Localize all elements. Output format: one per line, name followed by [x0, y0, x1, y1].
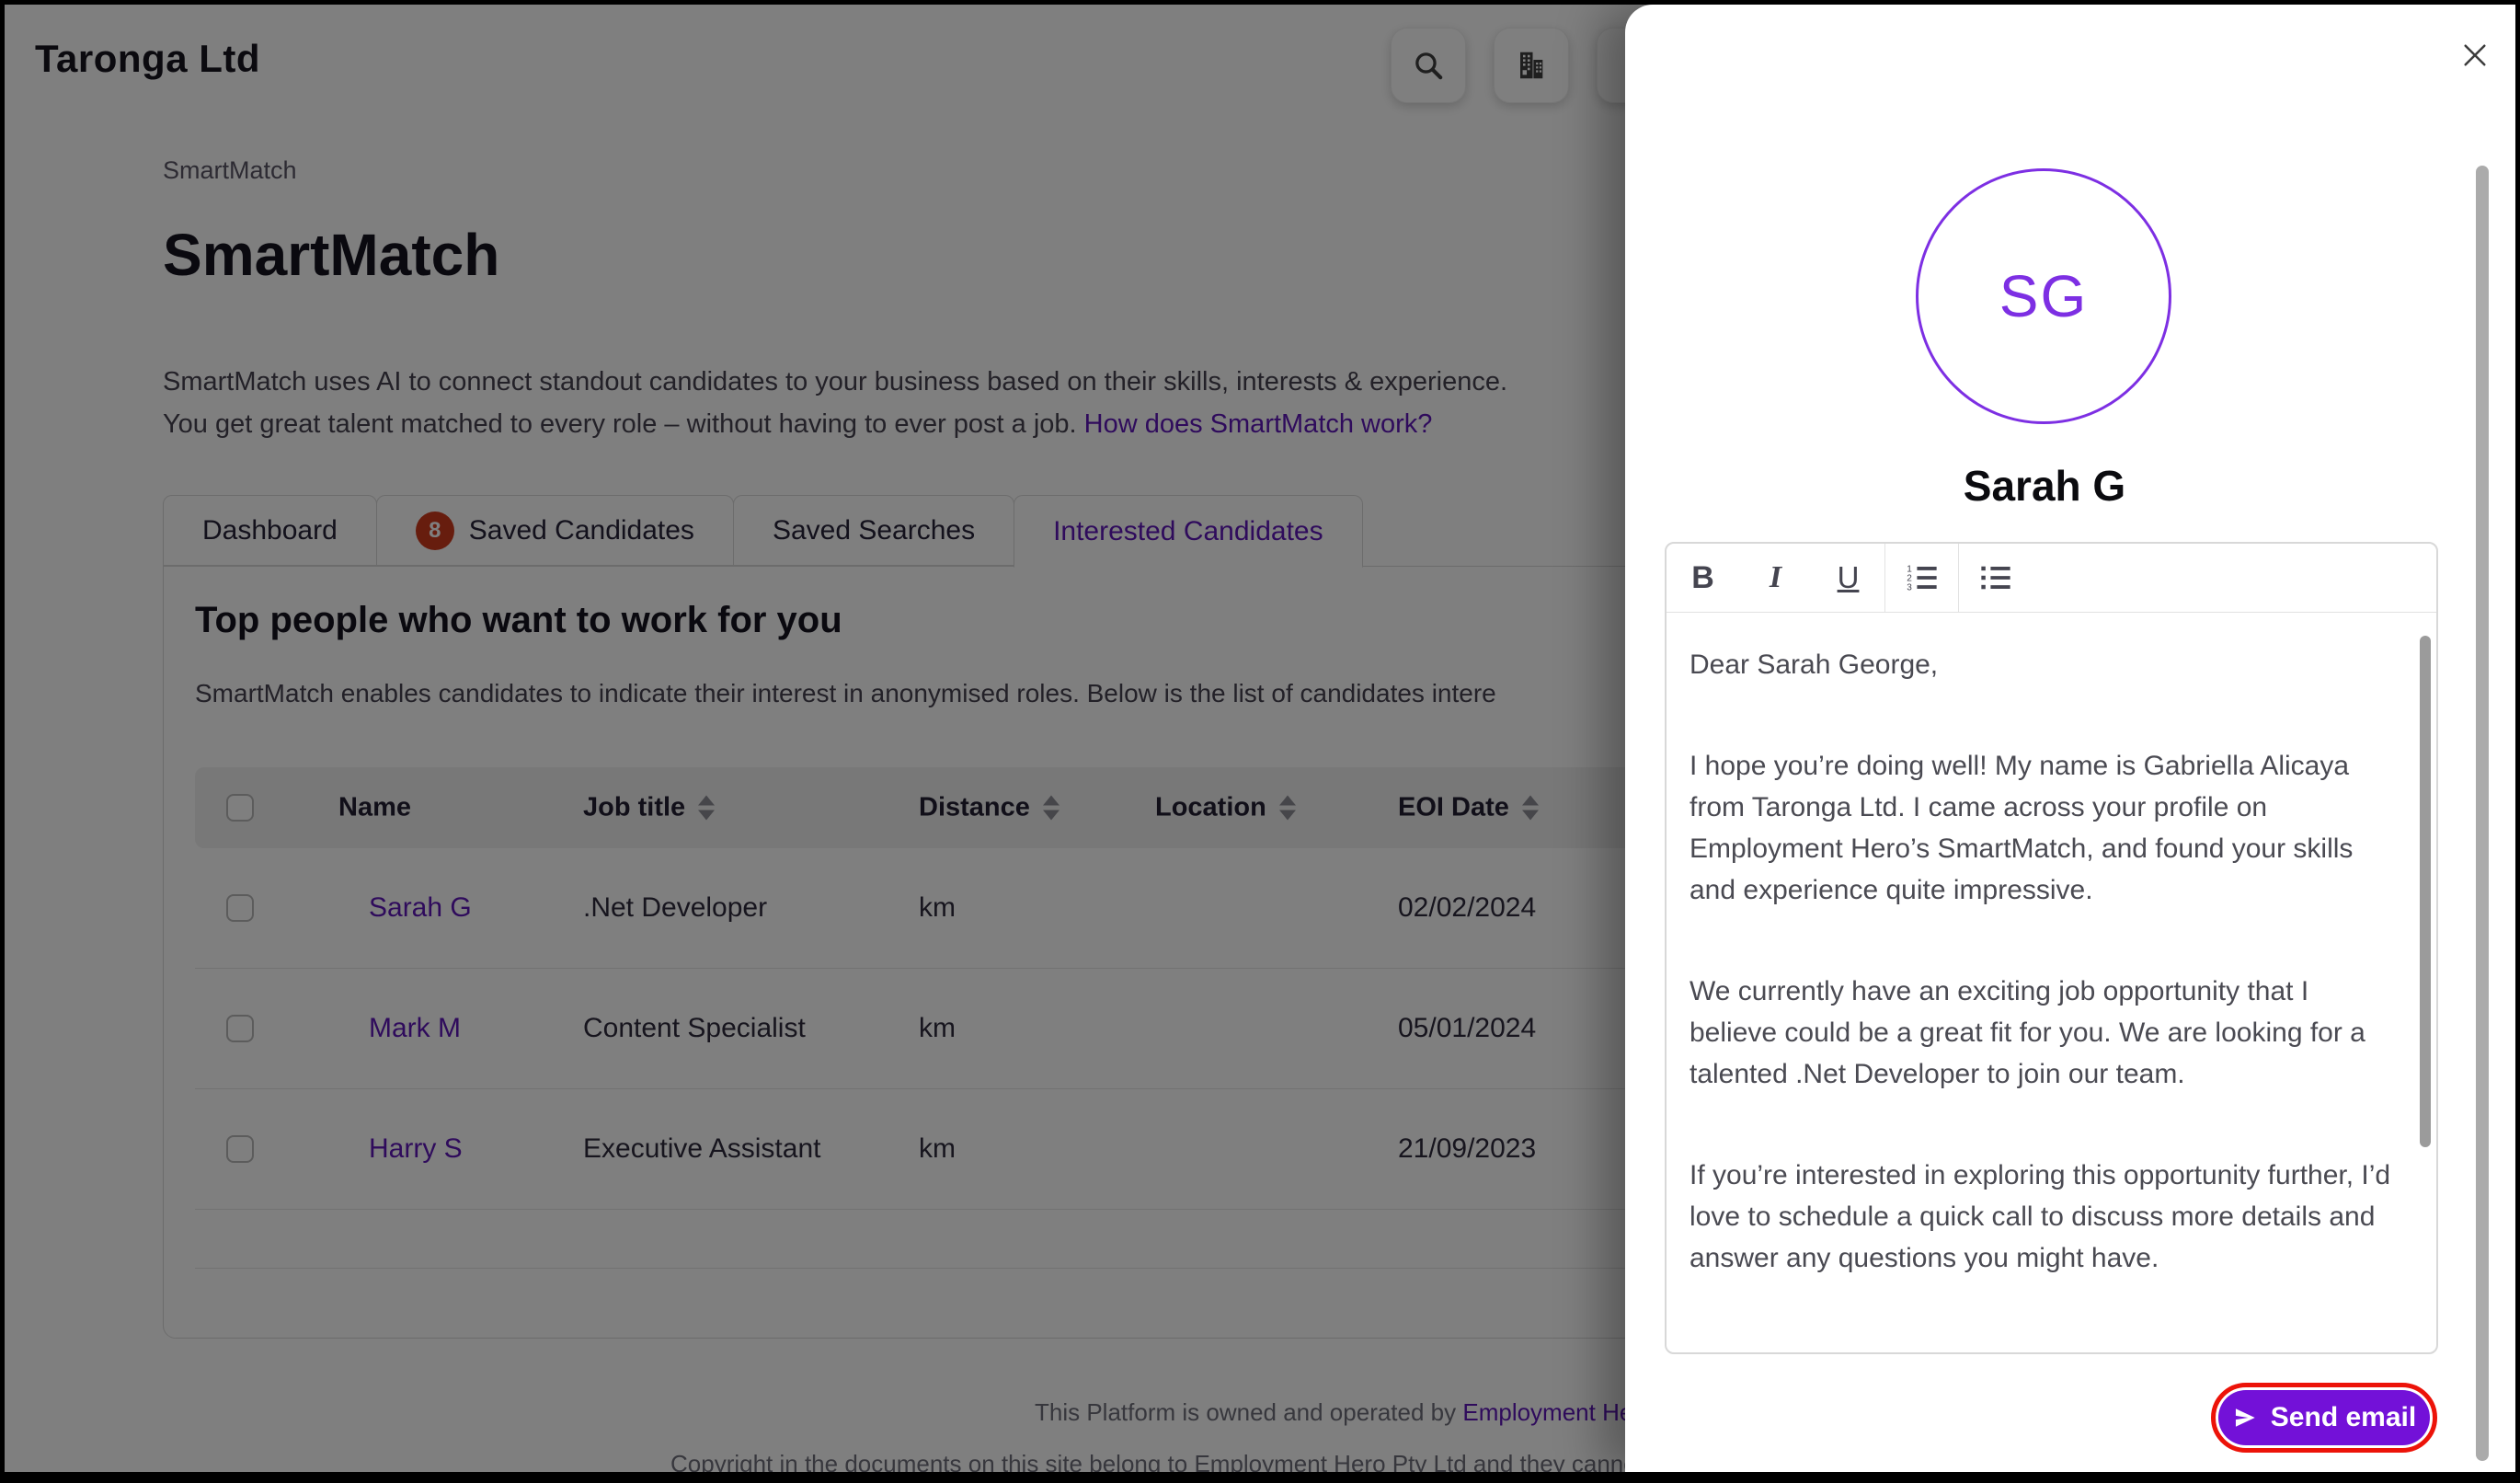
email-body-input[interactable]: Dear Sarah George, I hope you’re doing w…: [1667, 613, 2436, 1354]
send-email-button[interactable]: Send email: [2218, 1390, 2430, 1445]
send-email-label: Send email: [2271, 1402, 2416, 1433]
ordered-list-icon: 123: [1905, 560, 1940, 595]
send-plane-icon: [2232, 1405, 2258, 1431]
highlight-ring: Send email: [2211, 1383, 2437, 1453]
candidate-email-panel: SG Sarah G B I U 123: [1625, 5, 2515, 1472]
email-paragraph: Dear Sarah George,: [1690, 644, 2398, 685]
close-button[interactable]: [2455, 35, 2495, 75]
unordered-list-icon: [1978, 560, 2013, 595]
email-paragraph: If you’re interested in exploring this o…: [1690, 1155, 2398, 1279]
close-icon: [2457, 38, 2492, 73]
app-window: Taronga Ltd SmartMatch SmartMatch Sma: [0, 0, 2520, 1483]
email-paragraph: I hope you’re doing well! My name is Gab…: [1690, 745, 2398, 911]
bold-button[interactable]: B: [1667, 544, 1739, 612]
panel-scrollbar[interactable]: [2476, 166, 2489, 1461]
underline-button[interactable]: U: [1812, 544, 1884, 612]
unordered-list-button[interactable]: [1959, 544, 2032, 612]
italic-button[interactable]: I: [1739, 544, 1812, 612]
ordered-list-button[interactable]: 123: [1885, 544, 1958, 612]
editor-toolbar: B I U 123: [1667, 544, 2436, 613]
candidate-name: Sarah G: [1861, 461, 2228, 511]
email-editor: B I U 123 Dea: [1665, 542, 2438, 1354]
avatar: SG: [1916, 168, 2171, 424]
editor-scrollbar[interactable]: [2420, 636, 2431, 1147]
email-paragraph: We currently have an exciting job opport…: [1690, 971, 2398, 1095]
svg-text:3: 3: [1907, 582, 1912, 592]
avatar-initials: SG: [1999, 262, 2088, 330]
